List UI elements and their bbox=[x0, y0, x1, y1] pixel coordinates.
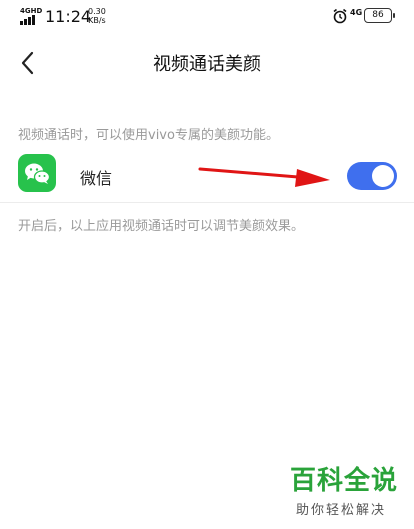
row-divider bbox=[0, 202, 414, 203]
page-title: 视频通话美颜 bbox=[153, 54, 261, 75]
battery-level: 86 bbox=[372, 10, 384, 20]
status-bar: 4GHD 11:24 0.30 KB/s 4G 86 bbox=[0, 0, 414, 32]
watermark-title: 百科全说 bbox=[290, 466, 399, 496]
network-speed: 0.30 KB/s bbox=[88, 7, 106, 25]
watermark-subtitle: 助你轻松解决 bbox=[296, 503, 387, 518]
app-name: 微信 bbox=[80, 169, 113, 188]
status-time: 11:24 bbox=[45, 7, 92, 26]
network-type-right: 4G bbox=[350, 8, 363, 17]
signal-icon: 4GHD bbox=[20, 7, 43, 25]
note-text: 开启后，以上应用视频通话时可以调节美颜效果。 bbox=[18, 219, 305, 234]
battery-icon: 86 bbox=[364, 8, 395, 23]
header: 视频通话美颜 bbox=[0, 40, 414, 86]
network-type-label: 4GHD bbox=[20, 7, 43, 15]
watermark-logo: 百科全说 助你轻松解决 bbox=[290, 466, 400, 518]
alarm-icon bbox=[333, 8, 347, 24]
network-speed-unit: KB/s bbox=[88, 16, 106, 25]
description-text: 视频通话时，可以使用vivo专属的美颜功能。 bbox=[18, 128, 279, 143]
wechat-beauty-toggle[interactable] bbox=[347, 162, 397, 190]
wechat-icon bbox=[18, 154, 56, 192]
toggle-knob bbox=[372, 165, 394, 187]
network-speed-value: 0.30 bbox=[88, 7, 106, 16]
red-arrow-annotation bbox=[198, 167, 330, 187]
